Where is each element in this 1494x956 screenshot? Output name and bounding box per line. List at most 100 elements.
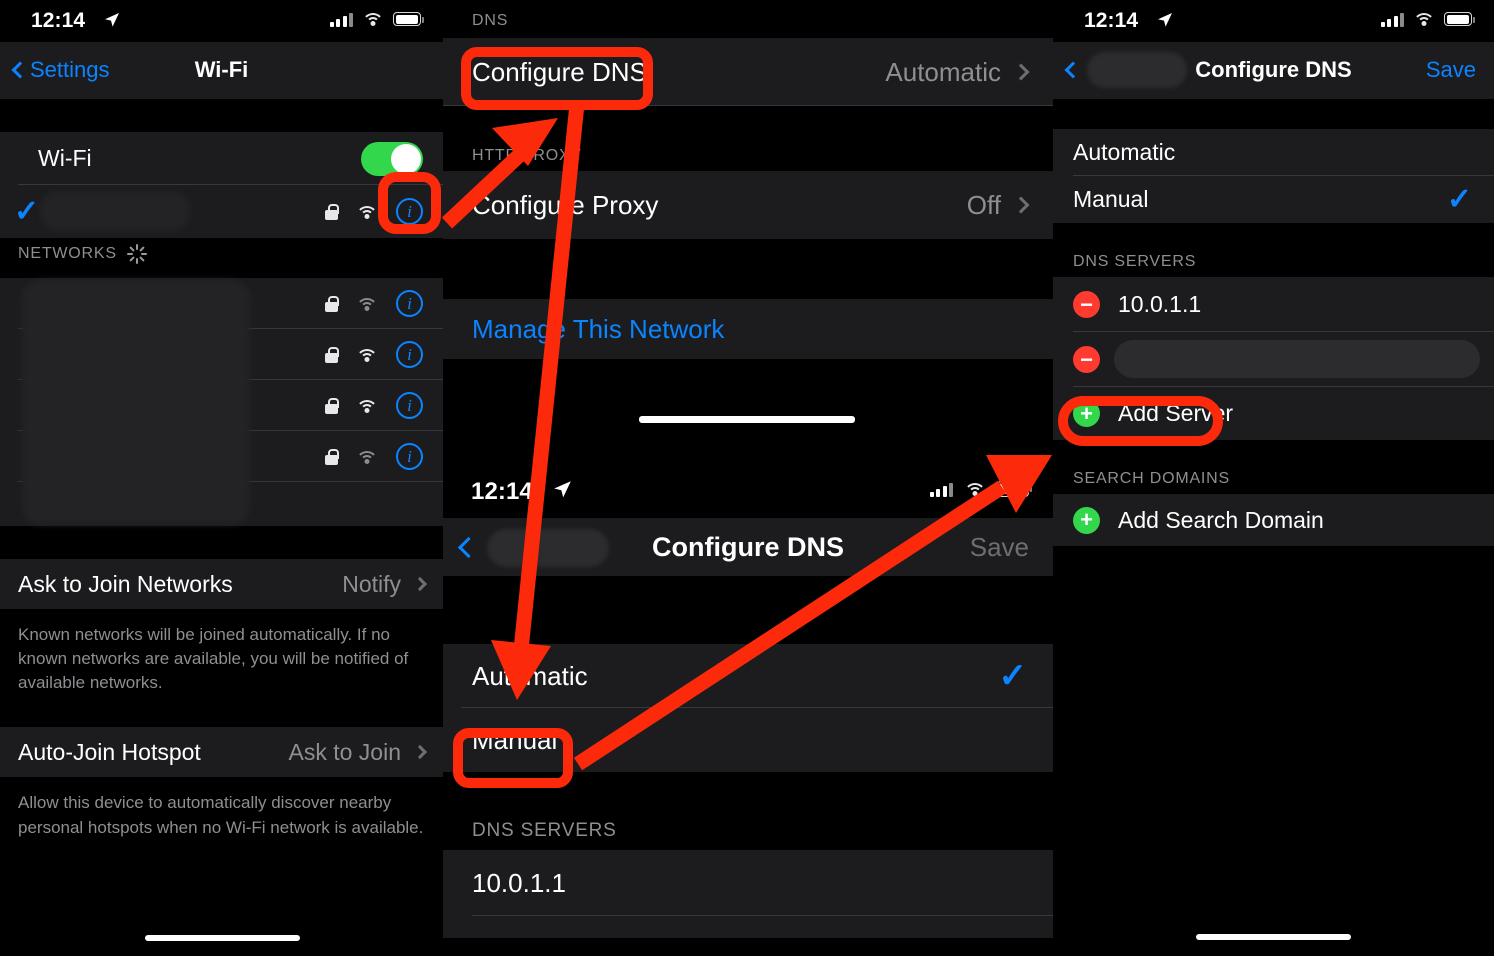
lock-icon bbox=[325, 346, 339, 363]
networks-list: i i i i bbox=[0, 278, 443, 526]
screenshot-root: 12:14 Settings Wi-Fi Wi-Fi ✓ i NETWORKS … bbox=[0, 0, 1494, 956]
spacer bbox=[1053, 99, 1494, 129]
network-names-redacted bbox=[22, 280, 250, 525]
add-search-domain-label: Add Search Domain bbox=[1118, 506, 1324, 533]
connected-network-row[interactable]: ✓ i bbox=[0, 185, 443, 238]
auto-join-hotspot-note: Allow this device to automatically disco… bbox=[0, 777, 443, 840]
add-search-domain-row[interactable]: + Add Search Domain bbox=[1053, 494, 1494, 546]
status-bar-left: 12:14 bbox=[0, 0, 443, 42]
ask-to-join-networks-row[interactable]: Ask to Join Networks Notify bbox=[0, 559, 443, 609]
ask-to-join-note: Known networks will be joined automatica… bbox=[0, 609, 443, 696]
configure-proxy-label: Configure Proxy bbox=[472, 189, 659, 220]
wifi-toggle-row[interactable]: Wi-Fi bbox=[0, 132, 443, 185]
network-info-button[interactable]: i bbox=[396, 392, 423, 419]
auto-join-hotspot-row[interactable]: Auto-Join Hotspot Ask to Join bbox=[0, 727, 443, 778]
wifi-toggle-switch[interactable] bbox=[361, 142, 423, 176]
network-name-redacted bbox=[40, 191, 190, 231]
status-time: 12:14 bbox=[31, 9, 86, 32]
network-info-button[interactable]: i bbox=[396, 290, 423, 317]
minus-circle-icon[interactable]: − bbox=[1073, 291, 1100, 318]
network-info-button[interactable]: i bbox=[396, 341, 423, 368]
wifi-signal-icon bbox=[356, 296, 378, 312]
lock-icon bbox=[325, 448, 339, 465]
search-domains-section-header: SEARCH DOMAINS bbox=[1053, 464, 1494, 494]
ask-to-join-value: Notify bbox=[342, 570, 401, 597]
save-button[interactable]: Save bbox=[970, 518, 1029, 576]
battery-icon bbox=[1444, 12, 1475, 26]
dns-option-manual-row[interactable]: Manual bbox=[443, 708, 1053, 772]
spacer bbox=[443, 239, 1053, 299]
location-arrow-icon bbox=[105, 13, 119, 27]
nav-bar-right: Configure DNS Save bbox=[1053, 42, 1494, 99]
status-time: 12:14 bbox=[1084, 9, 1139, 32]
spacer bbox=[443, 772, 1053, 810]
cellular-bars-icon bbox=[929, 480, 953, 497]
spacer bbox=[443, 106, 1053, 135]
manage-this-network-row[interactable]: Manage This Network bbox=[443, 299, 1053, 359]
wifi-settings-panel: 12:14 Settings Wi-Fi Wi-Fi ✓ i NETWORKS … bbox=[0, 0, 443, 956]
wifi-icon bbox=[964, 481, 986, 497]
add-server-row[interactable]: + Add Server bbox=[1053, 387, 1494, 440]
chevron-right-icon bbox=[1012, 196, 1030, 214]
dns-server-row[interactable]: − bbox=[1053, 332, 1494, 387]
minus-circle-icon[interactable]: − bbox=[1073, 346, 1100, 373]
dns-option-manual-row[interactable]: Manual ✓ bbox=[1053, 176, 1494, 223]
spacer bbox=[1053, 223, 1494, 247]
location-arrow-icon bbox=[1158, 13, 1172, 27]
configure-dns-sheet: 12:14 Configure DNS Save Automatic ✓ Man… bbox=[443, 462, 1053, 938]
sheet-drag-area bbox=[443, 359, 1053, 462]
chevron-right-icon bbox=[1012, 63, 1030, 81]
status-icons bbox=[1380, 11, 1475, 27]
wifi-signal-icon bbox=[356, 204, 378, 220]
wifi-signal-icon bbox=[356, 449, 378, 465]
chevron-right-icon bbox=[412, 745, 428, 760]
checkmark-icon: ✓ bbox=[1446, 182, 1472, 216]
lock-icon bbox=[325, 203, 339, 220]
lock-icon bbox=[325, 295, 339, 312]
spacer bbox=[0, 695, 443, 728]
location-arrow-icon bbox=[554, 481, 571, 498]
plus-circle-icon[interactable]: + bbox=[1073, 400, 1100, 427]
home-indicator bbox=[145, 935, 300, 941]
dns-server-row[interactable] bbox=[443, 916, 1053, 938]
manage-this-network-label: Manage This Network bbox=[472, 313, 725, 344]
battery-icon bbox=[393, 12, 424, 26]
option-label: Manual bbox=[1073, 186, 1149, 212]
home-indicator bbox=[639, 416, 855, 423]
home-indicator bbox=[1196, 934, 1351, 940]
configure-dns-row[interactable]: Configure DNS Automatic bbox=[443, 38, 1053, 106]
configure-proxy-row[interactable]: Configure Proxy Off bbox=[443, 171, 1053, 239]
ask-to-join-label: Ask to Join Networks bbox=[18, 570, 233, 597]
network-info-button[interactable]: i bbox=[396, 443, 423, 470]
spacer bbox=[0, 526, 443, 559]
dns-section-header: DNS bbox=[443, 0, 1053, 38]
add-server-label: Add Server bbox=[1118, 400, 1234, 426]
auto-join-hotspot-label: Auto-Join Hotspot bbox=[18, 738, 201, 765]
dns-server-value: 10.0.1.1 bbox=[1118, 291, 1202, 317]
status-icons bbox=[929, 480, 1032, 497]
wifi-signal-icon bbox=[356, 398, 378, 414]
wifi-signal-icon bbox=[356, 347, 378, 363]
dns-servers-section-header: DNS SERVERS bbox=[1053, 247, 1494, 277]
scanning-spinner-icon bbox=[126, 244, 147, 264]
networks-section-header: NETWORKS bbox=[0, 238, 443, 278]
dns-server-input[interactable] bbox=[1114, 340, 1480, 378]
checkmark-icon: ✓ bbox=[998, 657, 1028, 695]
dns-option-automatic-row[interactable]: Automatic ✓ bbox=[443, 644, 1053, 708]
network-info-button[interactable]: i bbox=[396, 198, 423, 225]
dns-option-automatic-row[interactable]: Automatic bbox=[1053, 129, 1494, 176]
option-label: Automatic bbox=[472, 660, 588, 691]
cellular-bars-icon bbox=[329, 12, 353, 27]
dns-server-row[interactable]: 10.0.1.1 bbox=[443, 850, 1053, 916]
network-details-panel: DNS Configure DNS Automatic HTTP PROXY C… bbox=[443, 0, 1053, 956]
networks-header-label: NETWORKS bbox=[18, 245, 117, 262]
status-bar-right: 12:14 bbox=[1053, 0, 1494, 42]
dns-server-row[interactable]: − 10.0.1.1 bbox=[1053, 277, 1494, 332]
status-time: 12:14 bbox=[471, 478, 533, 505]
plus-circle-icon[interactable]: + bbox=[1073, 506, 1100, 534]
wifi-toggle-label: Wi-Fi bbox=[38, 145, 92, 171]
spacer bbox=[443, 576, 1053, 644]
page-title: Wi-Fi bbox=[194, 57, 249, 82]
save-button[interactable]: Save bbox=[1426, 42, 1476, 98]
cellular-bars-icon bbox=[1380, 12, 1404, 27]
